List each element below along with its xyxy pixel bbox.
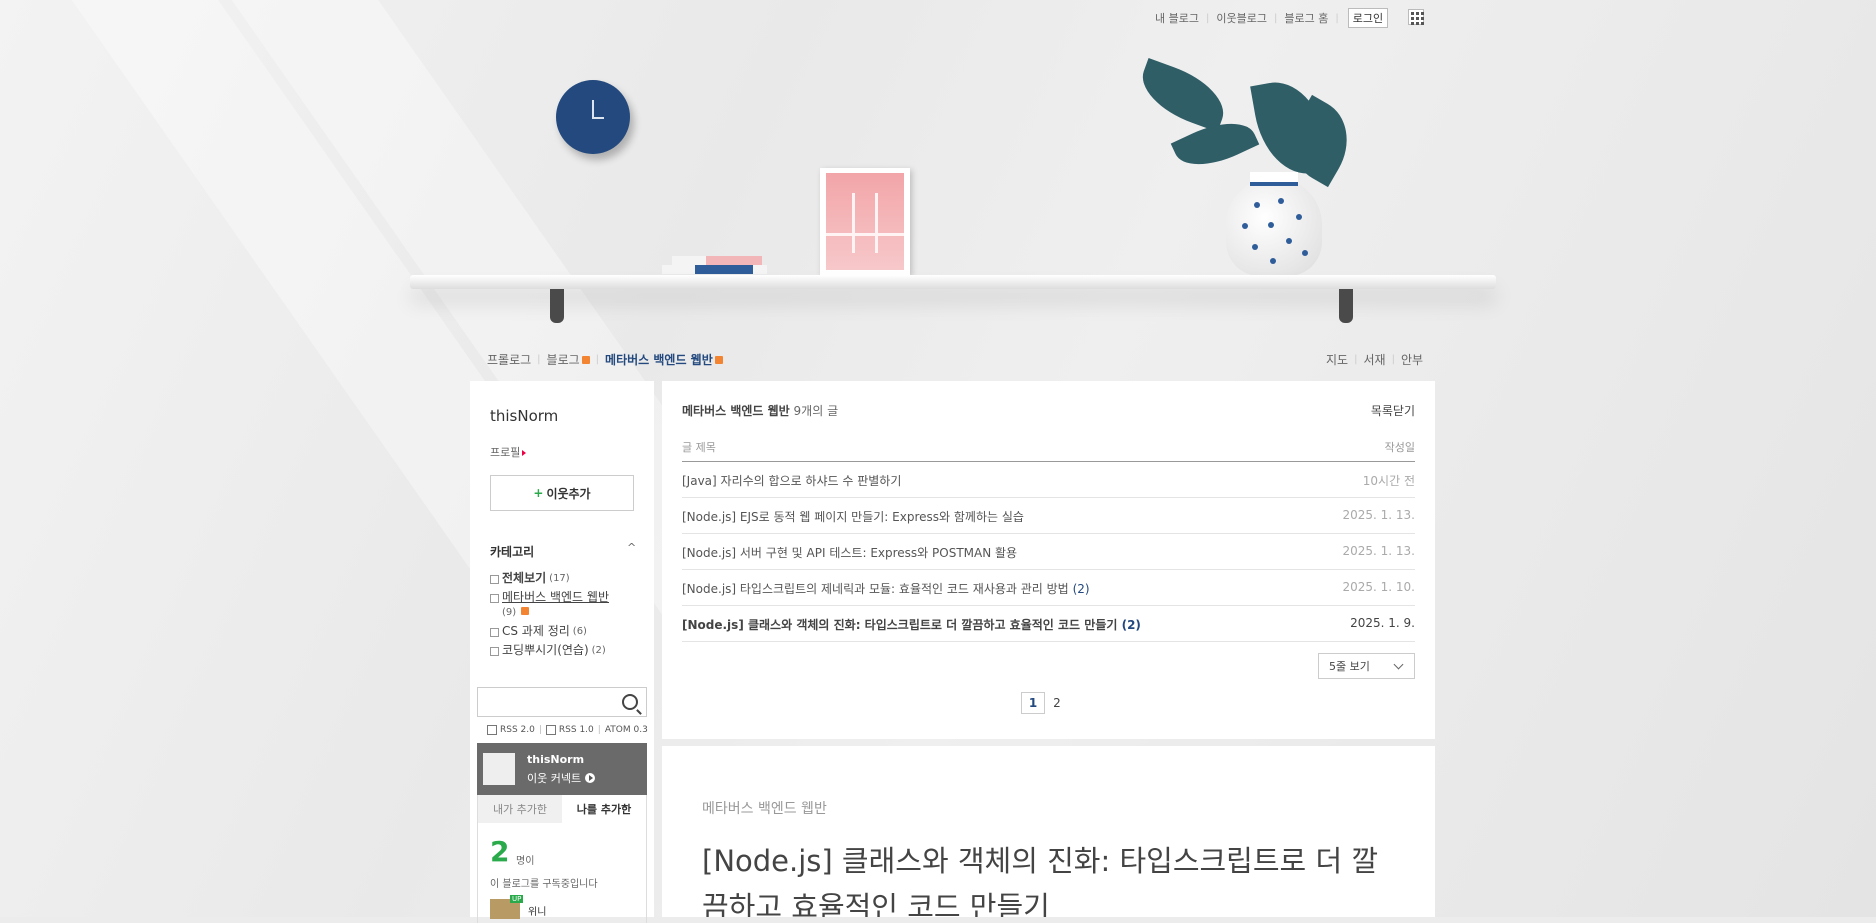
blog-home-link[interactable]: 블로그 홈 bbox=[1284, 10, 1328, 26]
post-category[interactable]: 메타버스 백엔드 웹반 bbox=[702, 798, 827, 818]
widget-blog-name[interactable]: thisNorm bbox=[527, 753, 584, 766]
post-list-rows: [Java] 자리수의 합으로 하샤드 수 판별하기 10시간 전 [Node.… bbox=[682, 462, 1415, 642]
subscriber-unit: 명이 bbox=[516, 856, 535, 867]
clock-decoration bbox=[556, 80, 630, 154]
neighbor-connect-link[interactable]: 이웃 커넥트 bbox=[527, 770, 596, 786]
post-list-title: 메타버스 백엔드 웹반 9개의 글 bbox=[682, 404, 839, 418]
category-item-all[interactable]: 전체보기 (17) bbox=[490, 571, 640, 586]
rss2-link[interactable]: RSS 2.0 bbox=[500, 725, 535, 735]
menu-guestbook[interactable]: 안부 bbox=[1401, 351, 1423, 368]
up-badge: UP bbox=[510, 895, 524, 903]
menu-prologue[interactable]: 프롤로그 bbox=[487, 351, 531, 368]
neighbor-tabs: 내가 추가한 나를 추가한 bbox=[477, 795, 647, 823]
rss-icon bbox=[581, 355, 590, 364]
play-icon bbox=[585, 773, 596, 783]
sidebar: thisNorm 프로필 + 이웃추가 카테고리 ^ 전체보기 (17) 메타버스 … bbox=[470, 381, 654, 923]
plus-icon: + bbox=[533, 486, 544, 500]
my-blog-link[interactable]: 내 블로그 bbox=[1155, 10, 1199, 26]
page-2[interactable]: 2 bbox=[1045, 692, 1069, 714]
apps-grid-icon[interactable] bbox=[1408, 9, 1424, 25]
avatar[interactable] bbox=[483, 753, 515, 785]
search-icon[interactable] bbox=[622, 694, 638, 710]
search-input[interactable] bbox=[477, 687, 647, 717]
neighbor-name[interactable]: 위니 bbox=[528, 903, 546, 918]
chevron-down-icon bbox=[1393, 659, 1404, 670]
atom-link[interactable]: ATOM 0.3 bbox=[605, 725, 648, 735]
blog-menu-right: 지도 | 서재 | 안부 bbox=[1326, 351, 1424, 368]
category-item-coding[interactable]: 코딩뿌시기(연습) (2) bbox=[490, 643, 640, 658]
rss-icon bbox=[714, 355, 723, 364]
column-date: 작성일 bbox=[1384, 441, 1415, 454]
neighbor-widget-body: 2 명이 이 블로그를 구독중입니다 UP 위니 bbox=[477, 823, 647, 923]
top-bar: 내 블로그 | 이웃블로그 | 블로그 홈 | 로그인 bbox=[1155, 8, 1389, 28]
chevron-up-icon[interactable]: ^ bbox=[627, 541, 636, 554]
pagination: 1 2 bbox=[1021, 692, 1069, 714]
shelf-bracket bbox=[550, 289, 564, 323]
post-list-panel: 메타버스 백엔드 웹반 9개의 글 목록닫기 글 제목 작성일 [Java] 자… bbox=[662, 381, 1435, 739]
neighbor-blog-link[interactable]: 이웃블로그 bbox=[1216, 10, 1267, 26]
post-panel: 메타버스 백엔드 웹반 [Node.js] 클래스와 객체의 진화: 타입스크립… bbox=[662, 746, 1435, 917]
comment-count[interactable]: (2) bbox=[1122, 618, 1141, 632]
neighbor-widget-header: thisNorm 이웃 커넥트 bbox=[477, 743, 647, 795]
subscriber-text: 이 블로그를 구독중입니다 bbox=[490, 879, 598, 890]
blog-menu: 프롤로그 | 블로그 | 메타버스 백엔드 웹반 bbox=[487, 351, 723, 368]
menu-blog[interactable]: 블로그 bbox=[547, 351, 580, 368]
rss-icon bbox=[521, 607, 530, 615]
vase-decoration bbox=[1226, 172, 1322, 276]
picture-frame-decoration bbox=[820, 168, 910, 275]
post-title: [Node.js] 클래스와 객체의 진화: 타입스크립트로 더 깔끔하고 효율… bbox=[702, 844, 1379, 917]
subscriber-count: 2 bbox=[490, 835, 510, 868]
list-item[interactable]: [Node.js] EJS로 동적 웹 페이지 만들기: Express와 함께… bbox=[682, 498, 1415, 534]
category-title: 카테고리 bbox=[490, 545, 535, 559]
menu-metaverse-backend[interactable]: 메타버스 백엔드 웹반 bbox=[605, 351, 713, 368]
rows-per-page-select[interactable]: 5줄 보기 bbox=[1318, 653, 1415, 679]
close-list-button[interactable]: 목록닫기 bbox=[1371, 402, 1415, 419]
list-item[interactable]: [Node.js] 서버 구현 및 API 테스트: Express와 POST… bbox=[682, 534, 1415, 570]
menu-library[interactable]: 서재 bbox=[1363, 351, 1385, 368]
folder-icon bbox=[490, 647, 499, 656]
rss-icon bbox=[487, 725, 497, 735]
category-item-cs[interactable]: CS 과제 정리 (6) bbox=[490, 624, 640, 639]
tab-added-me[interactable]: 나를 추가한 bbox=[562, 795, 646, 823]
list-item[interactable]: [Node.js] 타입스크립트의 제네릭과 모듈: 효율적인 코드 재사용과 … bbox=[682, 570, 1415, 606]
comment-count[interactable]: (2) bbox=[1073, 582, 1090, 596]
rss-icon bbox=[545, 725, 556, 735]
page-1[interactable]: 1 bbox=[1021, 692, 1045, 714]
blog-name[interactable]: thisNorm bbox=[490, 407, 558, 425]
shelf-bracket bbox=[1339, 289, 1353, 323]
shelf-decoration bbox=[410, 275, 1496, 289]
list-item[interactable]: [Java] 자리수의 합으로 하샤드 수 판별하기 10시간 전 bbox=[682, 462, 1415, 498]
arrow-right-icon bbox=[522, 450, 527, 456]
post-list-header: 글 제목 작성일 bbox=[682, 439, 1415, 462]
folder-icon bbox=[490, 575, 499, 584]
rss1-link[interactable]: RSS 1.0 bbox=[559, 725, 594, 735]
category-list: 전체보기 (17) 메타버스 백엔드 웹반 (9) CS 과제 정리 (6) 코딩뿌… bbox=[490, 571, 640, 662]
tab-added-by-me[interactable]: 내가 추가한 bbox=[478, 795, 562, 823]
profile-link[interactable]: 프로필 bbox=[490, 444, 527, 460]
feed-links: RSS 2.0 | RSS 1.0 | ATOM 0.3 bbox=[487, 725, 648, 735]
category-item-metaverse[interactable]: 메타버스 백엔드 웹반 bbox=[490, 590, 640, 605]
login-button[interactable]: 로그인 bbox=[1347, 8, 1389, 28]
folder-icon bbox=[490, 628, 499, 637]
menu-map[interactable]: 지도 bbox=[1326, 351, 1348, 368]
add-neighbor-button[interactable]: + 이웃추가 bbox=[490, 475, 634, 511]
list-item-current[interactable]: [Node.js] 클래스와 객체의 진화: 타입스크립트로 더 깔끔하고 효율… bbox=[682, 606, 1415, 642]
folder-icon bbox=[490, 594, 499, 603]
column-title: 글 제목 bbox=[682, 441, 716, 454]
